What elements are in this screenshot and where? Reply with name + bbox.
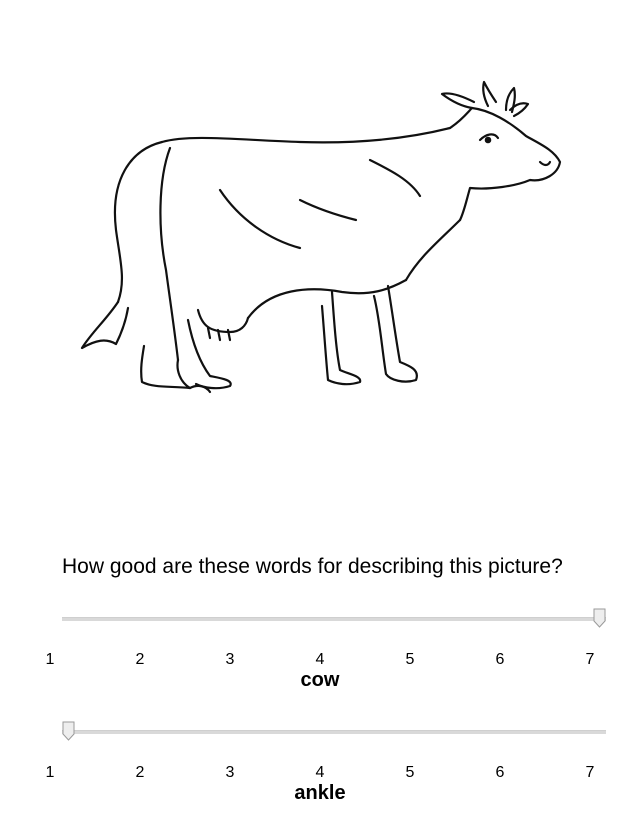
rating-slider-cow[interactable]: 1 2 3 4 5 6 7 cow [0,605,640,715]
scale-tick-5: 5 [405,651,415,668]
scale-tick-7: 7 [585,651,595,668]
scale-tick-4: 4 [315,764,325,781]
rated-word: cow [300,669,340,691]
slider-thumb[interactable] [593,608,606,628]
scale-tick-2: 2 [135,764,145,781]
scale-tick-6: 6 [495,764,505,781]
scale-tick-1: 1 [45,651,55,668]
scale-tick-3: 3 [225,651,235,668]
slider-track[interactable] [62,617,606,621]
scale-tick-4: 4 [315,651,325,668]
slider-thumb[interactable] [62,721,75,741]
scale-tick-6: 6 [495,651,505,668]
rated-word: ankle [294,782,346,804]
scale-tick-2: 2 [135,651,145,668]
scale-tick-5: 5 [405,764,415,781]
scale-tick-7: 7 [585,764,595,781]
scale-labels: 1 2 3 4 5 6 7 [0,651,640,671]
scale-tick-3: 3 [225,764,235,781]
slider-track[interactable] [62,730,606,734]
scale-labels: 1 2 3 4 5 6 7 [0,764,640,784]
cow-picture [80,80,562,394]
scale-tick-1: 1 [45,764,55,781]
question-prompt: How good are these words for describing … [62,555,563,578]
rating-slider-ankle[interactable]: 1 2 3 4 5 6 7 ankle [0,718,640,828]
